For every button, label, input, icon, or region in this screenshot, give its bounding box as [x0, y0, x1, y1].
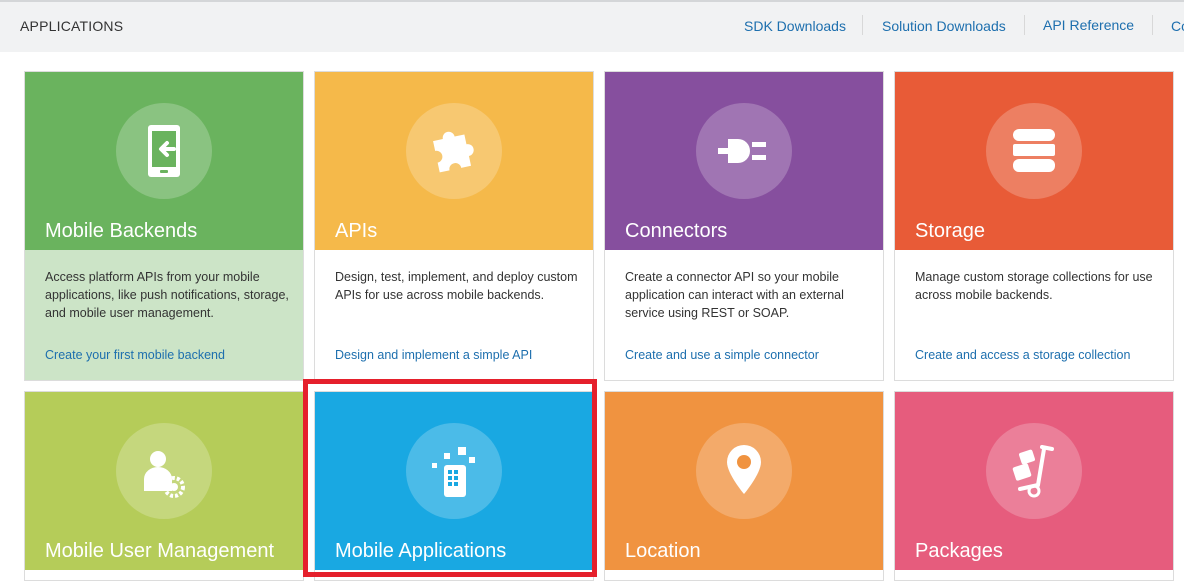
puzzle-piece-icon [406, 103, 502, 199]
tile-storage[interactable]: Storage Manage custom storage collection… [894, 71, 1174, 381]
community-link[interactable]: Co [1171, 17, 1184, 35]
tile-mobile-backends[interactable]: Mobile Backends Access platform APIs fro… [24, 71, 304, 381]
tile-header: Connectors [605, 72, 883, 250]
plug-icon [696, 103, 792, 199]
tile-title: Mobile User Management [45, 540, 274, 562]
tile-header: Packages [895, 392, 1173, 570]
link-divider [1152, 15, 1153, 35]
tile-title: Mobile Applications [335, 540, 507, 562]
api-reference-link[interactable]: API Reference [1043, 16, 1134, 34]
solution-downloads-link[interactable]: Solution Downloads [882, 17, 1006, 35]
tile-title: Packages [915, 540, 1003, 562]
hand-truck-icon [986, 423, 1082, 519]
tile-header: Mobile Backends [25, 72, 303, 250]
page-title: APPLICATIONS [20, 18, 124, 34]
tile-header: Mobile Applications [315, 392, 593, 570]
tile-header: APIs [315, 72, 593, 250]
user-settings-icon [116, 423, 212, 519]
location-pin-icon [696, 423, 792, 519]
tile-header: Storage [895, 72, 1173, 250]
tile-title: Mobile Backends [45, 220, 198, 242]
tile-description: Access platform APIs from your mobile ap… [45, 270, 289, 320]
tile-description: Create a connector API so your mobile ap… [625, 270, 844, 320]
link-divider [862, 15, 863, 35]
sdk-downloads-link[interactable]: SDK Downloads [744, 17, 846, 35]
tile-apis[interactable]: APIs Design, test, implement, and deploy… [314, 71, 594, 381]
tile-mobile-user-management[interactable]: Mobile User Management [24, 391, 304, 581]
design-simple-api-link[interactable]: Design and implement a simple API [335, 348, 532, 362]
tile-packages[interactable]: Packages [894, 391, 1174, 581]
create-storage-collection-link[interactable]: Create and access a storage collection [915, 348, 1130, 362]
mobile-apps-icon [406, 423, 502, 519]
tile-description: Manage custom storage collections for us… [915, 270, 1153, 302]
tile-title: Location [625, 540, 701, 562]
create-mobile-backend-link[interactable]: Create your first mobile backend [45, 348, 225, 362]
create-connector-link[interactable]: Create and use a simple connector [625, 348, 819, 362]
tile-description: Design, test, implement, and deploy cust… [335, 270, 578, 302]
tile-title: APIs [335, 220, 378, 242]
tile-mobile-applications[interactable]: Mobile Applications [314, 391, 594, 581]
tile-connectors[interactable]: Connectors Create a connector API so you… [604, 71, 884, 381]
tile-location[interactable]: Location [604, 391, 884, 581]
tile-header: Location [605, 392, 883, 570]
link-divider [1024, 15, 1025, 35]
tile-header: Mobile User Management [25, 392, 303, 570]
database-icon [986, 103, 1082, 199]
tile-title: Connectors [625, 220, 728, 242]
tile-title: Storage [915, 220, 986, 242]
top-bar: APPLICATIONS SDK Downloads Solution Down… [0, 0, 1184, 52]
mobile-login-icon [116, 103, 212, 199]
